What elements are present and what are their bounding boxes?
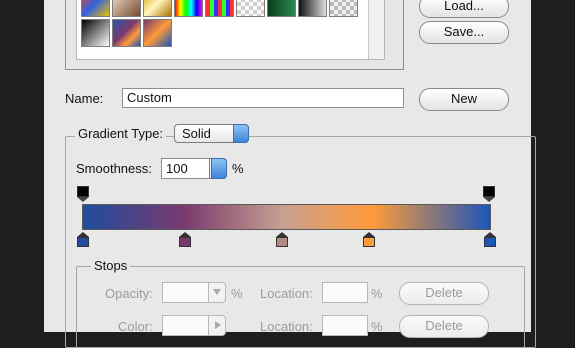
preset-swatch[interactable] [112, 0, 141, 17]
chevron-down-icon [213, 289, 221, 295]
opacity-label: Opacity: [105, 286, 153, 301]
preset-swatch[interactable] [205, 0, 234, 17]
smoothness-field[interactable]: 100 [161, 158, 211, 179]
opacity-delete-button[interactable]: Delete [399, 282, 489, 305]
opacity-percent: % [231, 286, 243, 301]
presets-panel [65, 0, 404, 70]
stops-title: Stops [91, 258, 131, 273]
preset-swatch[interactable] [298, 0, 327, 17]
gradient-preview-bar[interactable] [82, 204, 491, 230]
color-stop[interactable] [276, 232, 288, 247]
preset-swatch[interactable] [81, 0, 110, 17]
select-arrow-icon [233, 124, 249, 143]
presets-scrollbar[interactable] [368, 0, 384, 59]
preset-swatch[interactable] [112, 19, 141, 47]
preset-swatch[interactable] [143, 19, 172, 47]
color-stop[interactable] [363, 232, 375, 247]
opacity-stop-left[interactable] [77, 186, 89, 202]
color-stop[interactable] [484, 232, 496, 247]
smoothness-dropdown[interactable] [209, 158, 227, 179]
name-label: Name: [65, 91, 104, 106]
opacity-location-label: Location: [260, 286, 313, 301]
gradient-type-select[interactable]: Solid [174, 124, 249, 143]
new-button[interactable]: New [419, 88, 509, 111]
preset-swatch[interactable] [236, 0, 265, 17]
gradient-type-value: Solid [182, 126, 211, 141]
color-location-field[interactable] [322, 315, 368, 336]
opacity-stop-right[interactable] [483, 186, 495, 202]
opacity-location-field[interactable] [322, 282, 368, 303]
presets-grid [76, 0, 385, 60]
opacity-location-percent: % [371, 286, 383, 301]
color-stop[interactable] [77, 232, 89, 247]
gradient-type-label: Gradient Type: [75, 126, 167, 141]
preset-swatch[interactable] [174, 0, 203, 17]
save-button[interactable]: Save... [419, 21, 509, 44]
color-delete-button[interactable]: Delete [399, 315, 489, 338]
smoothness-label: Smoothness: [76, 161, 152, 176]
opacity-field[interactable] [162, 282, 210, 303]
preset-swatch[interactable] [81, 19, 110, 47]
color-stop[interactable] [179, 232, 191, 247]
smoothness-percent: % [232, 161, 244, 176]
color-dropdown[interactable] [208, 315, 226, 336]
preset-swatch[interactable] [267, 0, 296, 17]
name-field[interactable]: Custom [122, 88, 404, 108]
chevron-down-icon [211, 158, 227, 179]
load-button[interactable]: Load... [419, 0, 509, 18]
color-swatch-field[interactable] [162, 315, 210, 336]
chevron-right-icon [215, 321, 221, 329]
preset-swatch[interactable] [143, 0, 172, 17]
preset-swatch[interactable] [329, 0, 358, 17]
opacity-dropdown[interactable] [208, 282, 226, 303]
